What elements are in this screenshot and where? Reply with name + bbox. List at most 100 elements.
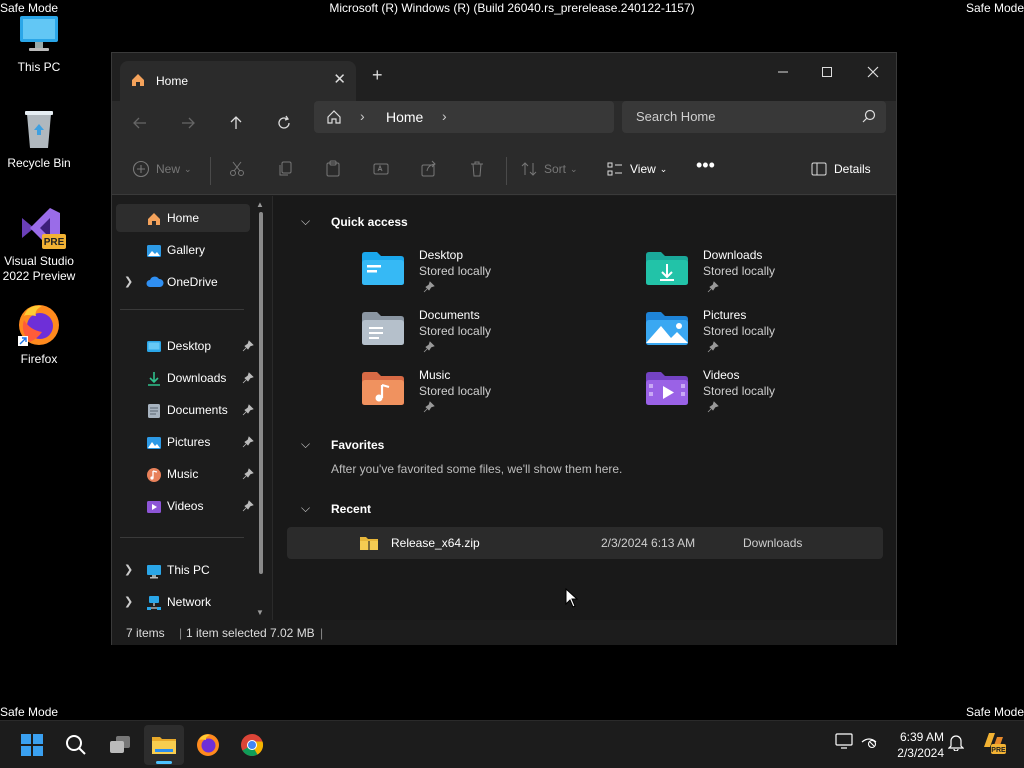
close-tab-icon[interactable]: ✕ [333, 70, 346, 88]
paste-button[interactable] [324, 160, 342, 178]
item-name: Videos [703, 368, 740, 382]
sidebar-item-network[interactable]: ❯ Network [116, 588, 250, 616]
quick-access-downloads[interactable]: Downloads Stored locally [645, 248, 905, 298]
task-view-button[interactable] [100, 725, 140, 765]
section-recent[interactable]: ⌵ Recent [301, 501, 371, 516]
start-button[interactable] [12, 725, 52, 765]
desktop-icon-recycle-bin[interactable]: Recycle Bin [0, 106, 78, 171]
chevron-right-icon[interactable]: › [442, 108, 447, 124]
desktop-icon-visual-studio[interactable]: PRE Visual Studio 2022 Preview [0, 204, 78, 284]
taskbar-chrome[interactable] [232, 725, 272, 765]
section-favorites[interactable]: ⌵ Favorites [301, 437, 384, 452]
taskbar-firefox[interactable] [188, 725, 228, 765]
item-name: Downloads [703, 248, 763, 262]
details-pane-icon [811, 162, 827, 176]
maximize-button[interactable] [804, 57, 850, 87]
item-subtitle: Stored locally [703, 264, 776, 278]
desktop-icon-label: Recycle Bin [7, 156, 71, 170]
notification-bell-icon[interactable] [947, 733, 965, 754]
new-button[interactable]: New ⌄ [132, 160, 192, 178]
taskbar-clock[interactable]: 6:39 AM 2/3/2024 [884, 729, 944, 761]
monitor-icon [146, 563, 162, 582]
forward-button[interactable] [172, 110, 204, 136]
home-icon [130, 72, 146, 91]
breadcrumb-home[interactable]: Home [386, 109, 423, 125]
clipboard-icon [326, 160, 340, 177]
pin-icon[interactable] [242, 468, 254, 483]
view-button[interactable]: View ⌄ [606, 160, 667, 178]
item-subtitle: Stored locally [419, 264, 492, 278]
sidebar-item-this-pc[interactable]: ❯ This PC [116, 556, 250, 584]
scroll-down-icon[interactable]: ▼ [256, 608, 264, 617]
sidebar-item-gallery[interactable]: Gallery [116, 236, 250, 264]
taskbar-search-button[interactable] [56, 725, 96, 765]
sidebar-item-music[interactable]: Music [116, 460, 254, 488]
taskbar-file-explorer[interactable] [144, 725, 184, 765]
chevron-right-icon[interactable]: › [360, 108, 365, 124]
search-placeholder: Search Home [636, 109, 716, 124]
copilot-preview-icon[interactable]: PRE [980, 729, 1006, 758]
chevron-right-icon[interactable]: ❯ [124, 275, 133, 288]
sidebar-item-onedrive[interactable]: ❯ OneDrive [116, 268, 250, 296]
chevron-right-icon[interactable]: ❯ [124, 563, 133, 576]
scroll-up-icon[interactable]: ▲ [256, 200, 264, 209]
chevron-down-icon[interactable]: ⌵ [301, 437, 331, 452]
sidebar-item-desktop[interactable]: Desktop [116, 332, 254, 360]
delete-button[interactable] [468, 160, 486, 178]
address-box[interactable]: › Home › [314, 101, 614, 133]
pin-icon[interactable] [242, 372, 254, 387]
chevron-down-icon[interactable]: ⌵ [301, 501, 331, 516]
quick-access-documents[interactable]: Documents Stored locally [361, 308, 621, 358]
nav-scrollbar[interactable] [259, 212, 263, 574]
refresh-button[interactable] [268, 110, 300, 136]
quick-access-desktop[interactable]: Desktop Stored locally [361, 248, 621, 298]
share-button[interactable] [420, 160, 438, 178]
sidebar-item-label: Music [167, 467, 199, 481]
safe-mode-label-bottom-right: Safe Mode [965, 705, 1024, 719]
sidebar-item-videos[interactable]: Videos [116, 492, 254, 520]
new-tab-button[interactable]: + [372, 65, 383, 86]
music-icon [146, 467, 162, 486]
search-box[interactable]: Search Home [622, 101, 886, 133]
status-divider: | [320, 626, 324, 640]
quick-access-videos[interactable]: Videos Stored locally [645, 368, 905, 418]
sort-button[interactable]: Sort ⌄ [520, 160, 578, 178]
back-button[interactable] [124, 110, 156, 136]
sidebar-item-downloads[interactable]: Downloads [116, 364, 254, 392]
more-options-icon[interactable]: ••• [696, 155, 715, 176]
desktop-icon-this-pc[interactable]: This PC [0, 10, 78, 75]
tab-home[interactable]: Home ✕ [120, 61, 356, 101]
sidebar-item-documents[interactable]: Documents [116, 396, 254, 424]
status-selected: 1 item selected [186, 626, 267, 640]
sidebar-item-home[interactable]: Home [116, 204, 250, 232]
pin-icon[interactable] [242, 500, 254, 515]
section-title: Quick access [331, 214, 408, 229]
minimize-button[interactable] [760, 57, 806, 87]
pin-icon[interactable] [242, 436, 254, 451]
pin-icon[interactable] [242, 340, 254, 355]
desktop-icon-label: This PC [17, 60, 61, 74]
desktop-icon-firefox[interactable]: Firefox [0, 302, 78, 367]
chevron-right-icon[interactable]: ❯ [124, 595, 133, 608]
pin-icon[interactable] [242, 404, 254, 419]
sidebar-item-label: OneDrive [167, 275, 218, 289]
pin-icon [707, 281, 719, 296]
copy-icon [279, 161, 292, 176]
quick-access-pictures[interactable]: Pictures Stored locally [645, 308, 905, 358]
chrome-icon [241, 734, 264, 756]
close-window-button[interactable] [850, 57, 896, 87]
sidebar-item-pictures[interactable]: Pictures [116, 428, 254, 456]
rename-button[interactable] [372, 160, 390, 178]
trash-icon [471, 161, 483, 177]
network-offline-icon[interactable] [860, 733, 878, 752]
recent-file-row[interactable]: Release_x64.zip 2/3/2024 6:13 AM Downloa… [287, 527, 883, 559]
up-button[interactable] [220, 110, 252, 136]
cut-button[interactable] [228, 160, 246, 178]
details-button[interactable]: Details [810, 160, 871, 178]
display-icon[interactable] [835, 733, 853, 752]
chevron-down-icon[interactable]: ⌵ [301, 214, 331, 229]
section-quick-access[interactable]: ⌵ Quick access [301, 214, 408, 229]
quick-access-music[interactable]: Music Stored locally [361, 368, 621, 418]
copy-button[interactable] [276, 160, 294, 178]
item-subtitle: Stored locally [703, 324, 776, 338]
